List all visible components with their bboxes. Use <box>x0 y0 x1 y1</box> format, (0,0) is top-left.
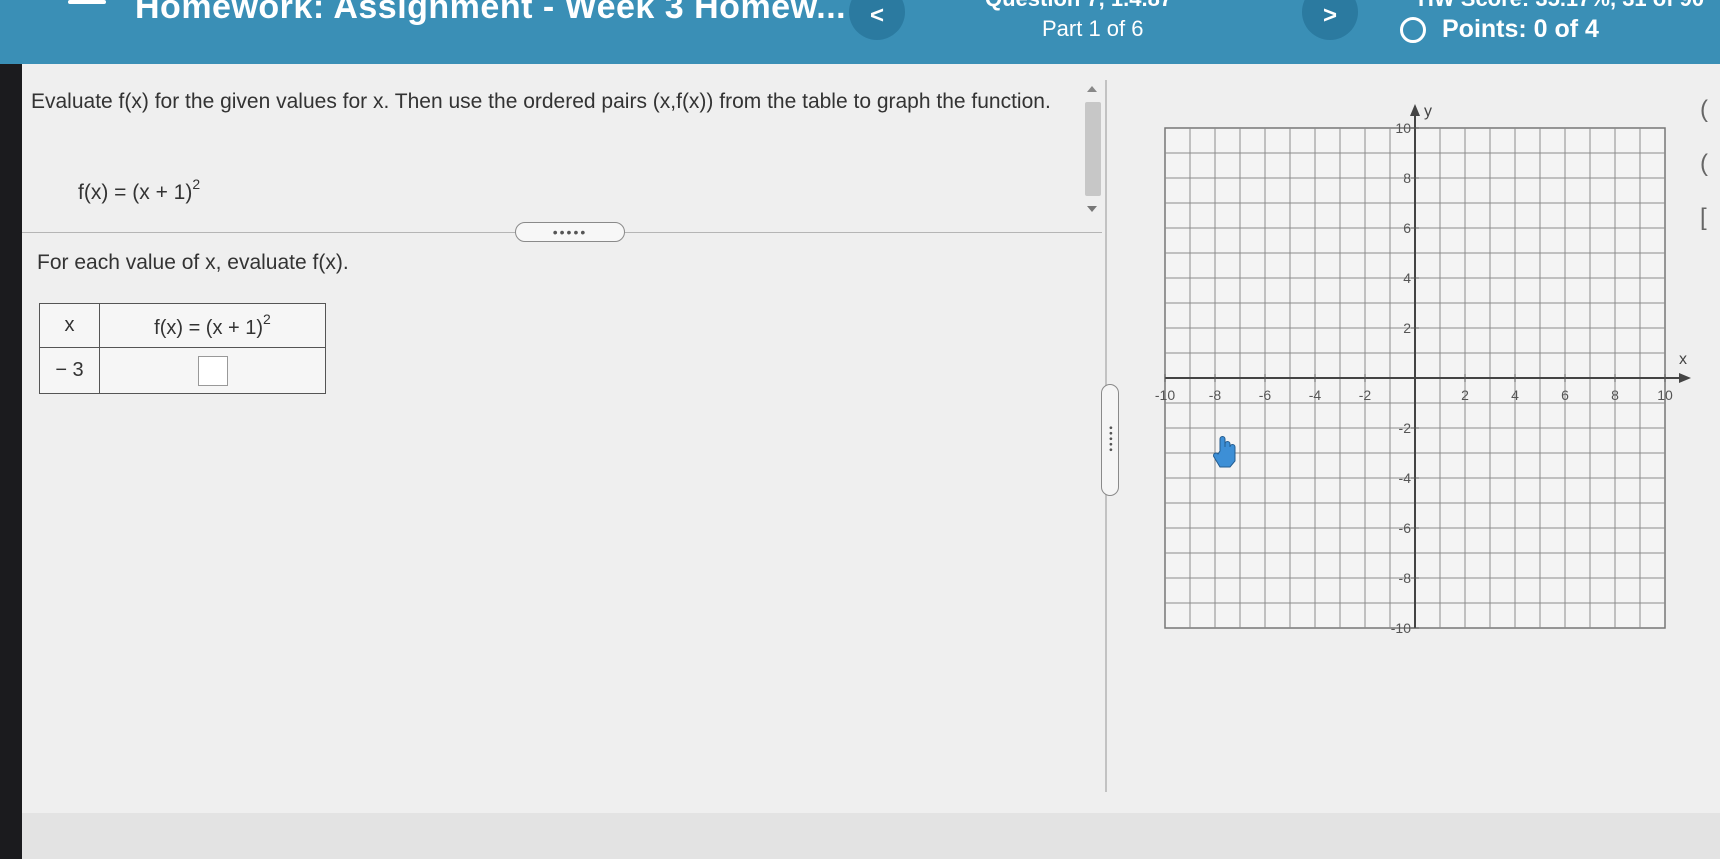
table-row: − 3 <box>39 347 326 394</box>
table-cell-fx <box>99 347 326 394</box>
instruction-text: For each value of x, evaluate f(x). <box>37 251 349 274</box>
part-indicator: Part 1 of 6 <box>1042 16 1144 41</box>
scrollbar-thumb[interactable] <box>1085 102 1101 196</box>
table-cell-x: − 3 <box>39 347 100 394</box>
x-tick-label: 2 <box>1461 387 1469 403</box>
tool-icon[interactable]: ( <box>1700 96 1720 150</box>
y-tick-label: -6 <box>1399 520 1412 536</box>
function-base: f(x) = (x + 1) <box>78 181 193 204</box>
scroll-up-arrow-icon[interactable] <box>1087 86 1097 92</box>
y-tick-label: -4 <box>1399 470 1412 486</box>
x-axis-arrow-icon <box>1679 373 1691 383</box>
x-tick-label: -4 <box>1309 387 1322 403</box>
y-tick-label: 4 <box>1403 270 1411 286</box>
function-definition: f(x) = (x + 1)2 <box>78 176 200 205</box>
x-axis-label: x <box>1679 351 1687 368</box>
y-tick-label: -8 <box>1399 570 1412 586</box>
y-tick-label: 2 <box>1403 320 1411 336</box>
tool-icon[interactable]: [ <box>1700 204 1720 258</box>
header-bar: Homework: Assignment - Week 3 Homew... <… <box>0 0 1720 64</box>
x-tick-label: 4 <box>1511 387 1519 403</box>
points-label: Points: 0 of 4 <box>1442 15 1599 43</box>
scroll-down-arrow-icon[interactable] <box>1087 206 1097 212</box>
question-prompt: Evaluate f(x) for the given values for x… <box>31 90 1051 113</box>
hw-score: HW Score: 35.17%, 31 of 90 <box>1418 0 1704 12</box>
value-table: x f(x) = (x + 1)2 − 3 <box>39 303 326 394</box>
answer-input[interactable] <box>197 355 228 386</box>
y-axis-arrow-icon <box>1410 104 1420 116</box>
coordinate-graph[interactable]: x y -10 -8 -6 -4 -2 2 4 6 8 10 10 8 6 4 2 -2 -4 -6 -8 -10 <box>1140 96 1700 666</box>
circle-status-icon <box>1400 16 1426 43</box>
function-exponent: 2 <box>192 176 201 192</box>
points-indicator: Points: 0 of 4 <box>1400 15 1599 44</box>
x-tick-label: 10 <box>1657 387 1673 403</box>
y-tick-label: 10 <box>1395 120 1411 136</box>
y-axis-label: y <box>1424 103 1432 120</box>
x-tick-label: 8 <box>1611 387 1619 403</box>
x-tick-label: 6 <box>1561 387 1569 403</box>
table-header-fx: f(x) = (x + 1)2 <box>99 303 326 348</box>
x-tick-label: -8 <box>1209 387 1222 403</box>
x-tick-label: -6 <box>1259 387 1272 403</box>
previous-question-button[interactable]: < <box>849 0 905 40</box>
assignment-title: Homework: Assignment - Week 3 Homew... <box>135 0 847 26</box>
y-tick-label: 6 <box>1403 220 1411 236</box>
left-edge <box>0 64 22 859</box>
y-tick-label: -2 <box>1399 420 1412 436</box>
next-question-button[interactable]: > <box>1302 0 1358 40</box>
question-number: Question 7, 1.4.87 <box>985 0 1172 12</box>
bottom-strip <box>0 813 1720 859</box>
horizontal-splitter-handle[interactable]: ••••• <box>515 222 625 242</box>
vertical-splitter-handle[interactable]: ••••• <box>1101 384 1119 496</box>
graph-tools-panel: ( ( [ <box>1700 96 1720 266</box>
x-tick-label: -2 <box>1359 387 1372 403</box>
table-header-row: x f(x) = (x + 1)2 <box>39 303 326 348</box>
table-header-fx-exponent: 2 <box>263 311 271 327</box>
menu-icon[interactable] <box>68 0 106 4</box>
table-header-fx-base: f(x) = (x + 1) <box>154 317 264 339</box>
table-header-x: x <box>39 303 100 348</box>
x-tick-label: -10 <box>1155 387 1175 403</box>
y-tick-label: 8 <box>1403 170 1411 186</box>
y-tick-label: -10 <box>1391 620 1411 636</box>
tool-icon[interactable]: ( <box>1700 150 1720 204</box>
